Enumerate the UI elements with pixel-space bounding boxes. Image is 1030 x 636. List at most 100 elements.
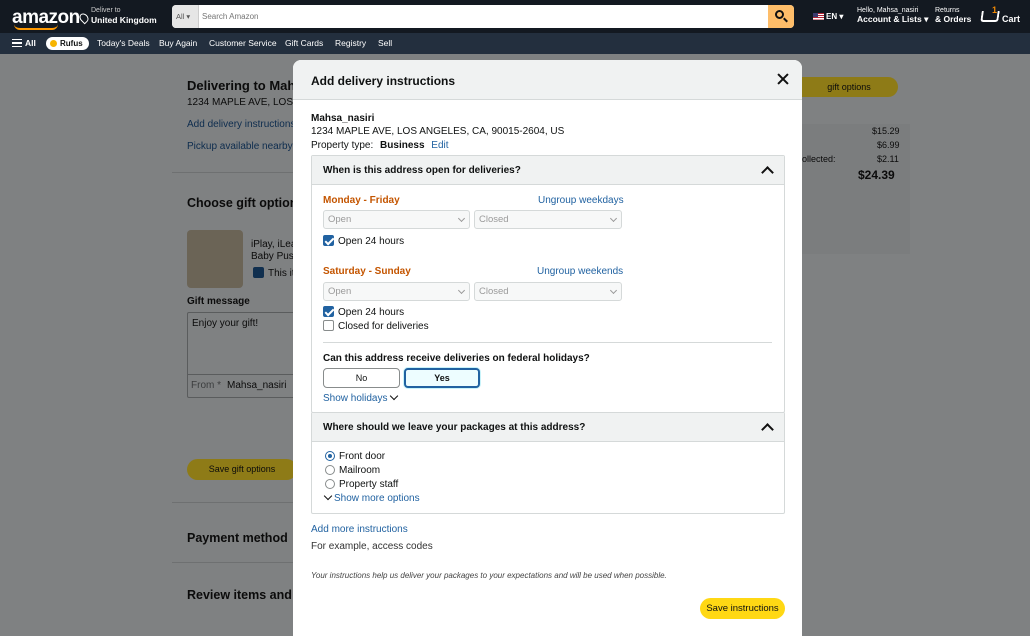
us-flag-icon <box>813 13 824 20</box>
open-hours-section: When is this address open for deliveries… <box>311 155 785 413</box>
save-gift-options-button[interactable]: Save gift options <box>187 459 297 480</box>
this-item-label: This it <box>268 268 295 279</box>
delivery-instructions-modal: Add delivery instructions Mahsa_nasiri 1… <box>293 60 802 636</box>
ungroup-weekends-link[interactable]: Ungroup weekends <box>537 266 623 277</box>
chevron-down-icon <box>609 286 618 295</box>
weekend-closed-select[interactable]: Closed <box>474 282 622 301</box>
open-hours-title: When is this address open for deliveries… <box>323 165 521 176</box>
nav-gift-cards[interactable]: Gift Cards <box>285 38 323 48</box>
front-door-label: Front door <box>339 451 386 462</box>
edit-property-type-link[interactable]: Edit <box>431 140 448 151</box>
from-label: From * <box>191 380 221 391</box>
orders-label: & Orders <box>935 14 972 24</box>
modal-title: Add delivery instructions <box>311 74 456 88</box>
weekend-closed-checkbox[interactable] <box>323 320 334 331</box>
summary-shipping-value: $6.99 <box>877 140 900 150</box>
address-short: 1234 MAPLE AVE, LOS A <box>187 97 302 108</box>
save-instructions-button[interactable]: Save instructions <box>700 598 785 619</box>
returns-orders[interactable]: Returns & Orders <box>935 7 971 24</box>
from-value: Mahsa_nasiri <box>227 380 287 391</box>
right-gift-options-button[interactable]: gift options <box>792 77 898 97</box>
search-button[interactable] <box>768 5 794 28</box>
cart-label: Cart <box>1002 14 1021 24</box>
gift-message-label: Gift message <box>187 296 250 307</box>
rufus-button[interactable]: Rufus <box>46 37 89 50</box>
mailroom-radio[interactable] <box>325 465 335 475</box>
gift-message-textarea[interactable]: Enjoy your gift! From * Mahsa_nasiri <box>187 312 297 398</box>
summary-total: $24.39 <box>858 168 895 182</box>
gift-checkbox[interactable] <box>253 267 264 278</box>
choose-gift-heading: Choose gift option <box>187 196 298 210</box>
front-door-radio[interactable] <box>325 451 335 461</box>
weekend-open-select[interactable]: Open <box>323 282 470 301</box>
weekend-open24-label: Open 24 hours <box>338 307 405 318</box>
summary-collected-label: ollected: <box>802 154 836 164</box>
product-title-line1: iPlay, iLea <box>251 239 297 250</box>
property-staff-label: Property staff <box>339 479 399 490</box>
search-input[interactable] <box>202 5 762 28</box>
nav-registry[interactable]: Registry <box>335 38 366 48</box>
add-delivery-instructions-link[interactable]: Add delivery instructions <box>187 119 295 130</box>
account-lists-label: Account & Lists ▾ <box>857 14 929 24</box>
chevron-down-icon[interactable] <box>323 491 333 501</box>
nav-sell[interactable]: Sell <box>378 38 392 48</box>
pickup-link[interactable]: Pickup available nearby <box>187 141 293 152</box>
weekend-open24-checkbox[interactable] <box>323 306 334 317</box>
weekdays-open24-label: Open 24 hours <box>338 236 405 247</box>
chevron-up-icon[interactable] <box>761 166 774 179</box>
show-holidays-link[interactable]: Show holidays <box>323 393 387 404</box>
weekend-label: Saturday - Sunday <box>323 266 411 277</box>
weekdays-closed-select[interactable]: Closed <box>474 210 622 229</box>
mailroom-label: Mailroom <box>339 465 381 476</box>
modal-header: Add delivery instructions <box>293 60 802 100</box>
weekdays-open-select[interactable]: Open <box>323 210 470 229</box>
account-greeting: Hello, Mahsa_nasiri <box>857 7 919 14</box>
property-staff-radio[interactable] <box>325 479 335 489</box>
delivering-to-heading: Delivering to Mahs <box>187 78 303 93</box>
federal-holidays-yes-button[interactable]: Yes <box>404 368 480 388</box>
review-items-heading: Review items and s <box>187 588 303 602</box>
open-hours-header[interactable]: When is this address open for deliveries… <box>312 156 784 185</box>
all-menu-button[interactable]: All <box>25 38 36 48</box>
summary-items-value: $15.29 <box>872 126 900 136</box>
disclaimer-text: Your instructions help us deliver your p… <box>311 571 667 580</box>
weekdays-label: Monday - Friday <box>323 195 400 206</box>
top-nav-bar: amazon Deliver to United Kingdom All ▾ E… <box>0 0 1030 33</box>
package-location-header[interactable]: Where should we leave your packages at t… <box>312 413 784 442</box>
nav-buy-again[interactable]: Buy Again <box>159 38 197 48</box>
recipient-address: 1234 MAPLE AVE, LOS ANGELES, CA, 90015-2… <box>311 126 565 137</box>
chevron-down-icon[interactable] <box>389 391 399 401</box>
show-more-options-link[interactable]: Show more options <box>334 493 420 504</box>
returns-label: Returns <box>935 7 960 14</box>
divider <box>323 342 772 343</box>
federal-holidays-no-button[interactable]: No <box>323 368 400 388</box>
property-type-label: Property type: <box>311 140 374 151</box>
weekdays-open24-checkbox[interactable] <box>323 235 334 246</box>
sub-nav-bar: All Rufus Today's Deals Buy Again Custom… <box>0 33 1030 54</box>
chevron-down-icon <box>457 214 466 223</box>
chevron-up-icon[interactable] <box>761 423 774 436</box>
chevron-down-icon <box>457 286 466 295</box>
federal-holidays-question: Can this address receive deliveries on f… <box>323 353 590 364</box>
deliver-to-country: United Kingdom <box>91 15 157 25</box>
add-more-instructions-link[interactable]: Add more instructions <box>311 524 408 535</box>
nav-todays-deals[interactable]: Today's Deals <box>97 38 150 48</box>
nav-customer-service[interactable]: Customer Service <box>209 38 277 48</box>
product-image <box>187 230 243 288</box>
payment-method-heading: Payment method <box>187 531 288 545</box>
search-category-dropdown[interactable]: All ▾ <box>172 5 199 28</box>
close-icon[interactable] <box>776 72 790 86</box>
access-codes-hint: For example, access codes <box>311 541 433 552</box>
account-menu[interactable]: Hello, Mahsa_nasiri Account & Lists ▾ <box>857 7 928 25</box>
property-type-value: Business <box>380 140 425 151</box>
property-type: Property type: Business Edit <box>311 140 449 151</box>
cart-count: 1 <box>992 5 998 15</box>
ungroup-weekdays-link[interactable]: Ungroup weekdays <box>538 195 624 206</box>
search-bar: All ▾ <box>172 5 794 28</box>
hamburger-menu-icon[interactable] <box>12 39 22 47</box>
language-selector[interactable]: EN ▾ <box>813 12 843 21</box>
summary-tax-value: $2.11 <box>877 154 899 164</box>
recipient-name: Mahsa_nasiri <box>311 113 375 124</box>
weekend-closed-label: Closed for deliveries <box>338 321 429 332</box>
amazon-logo-smile <box>14 24 58 30</box>
